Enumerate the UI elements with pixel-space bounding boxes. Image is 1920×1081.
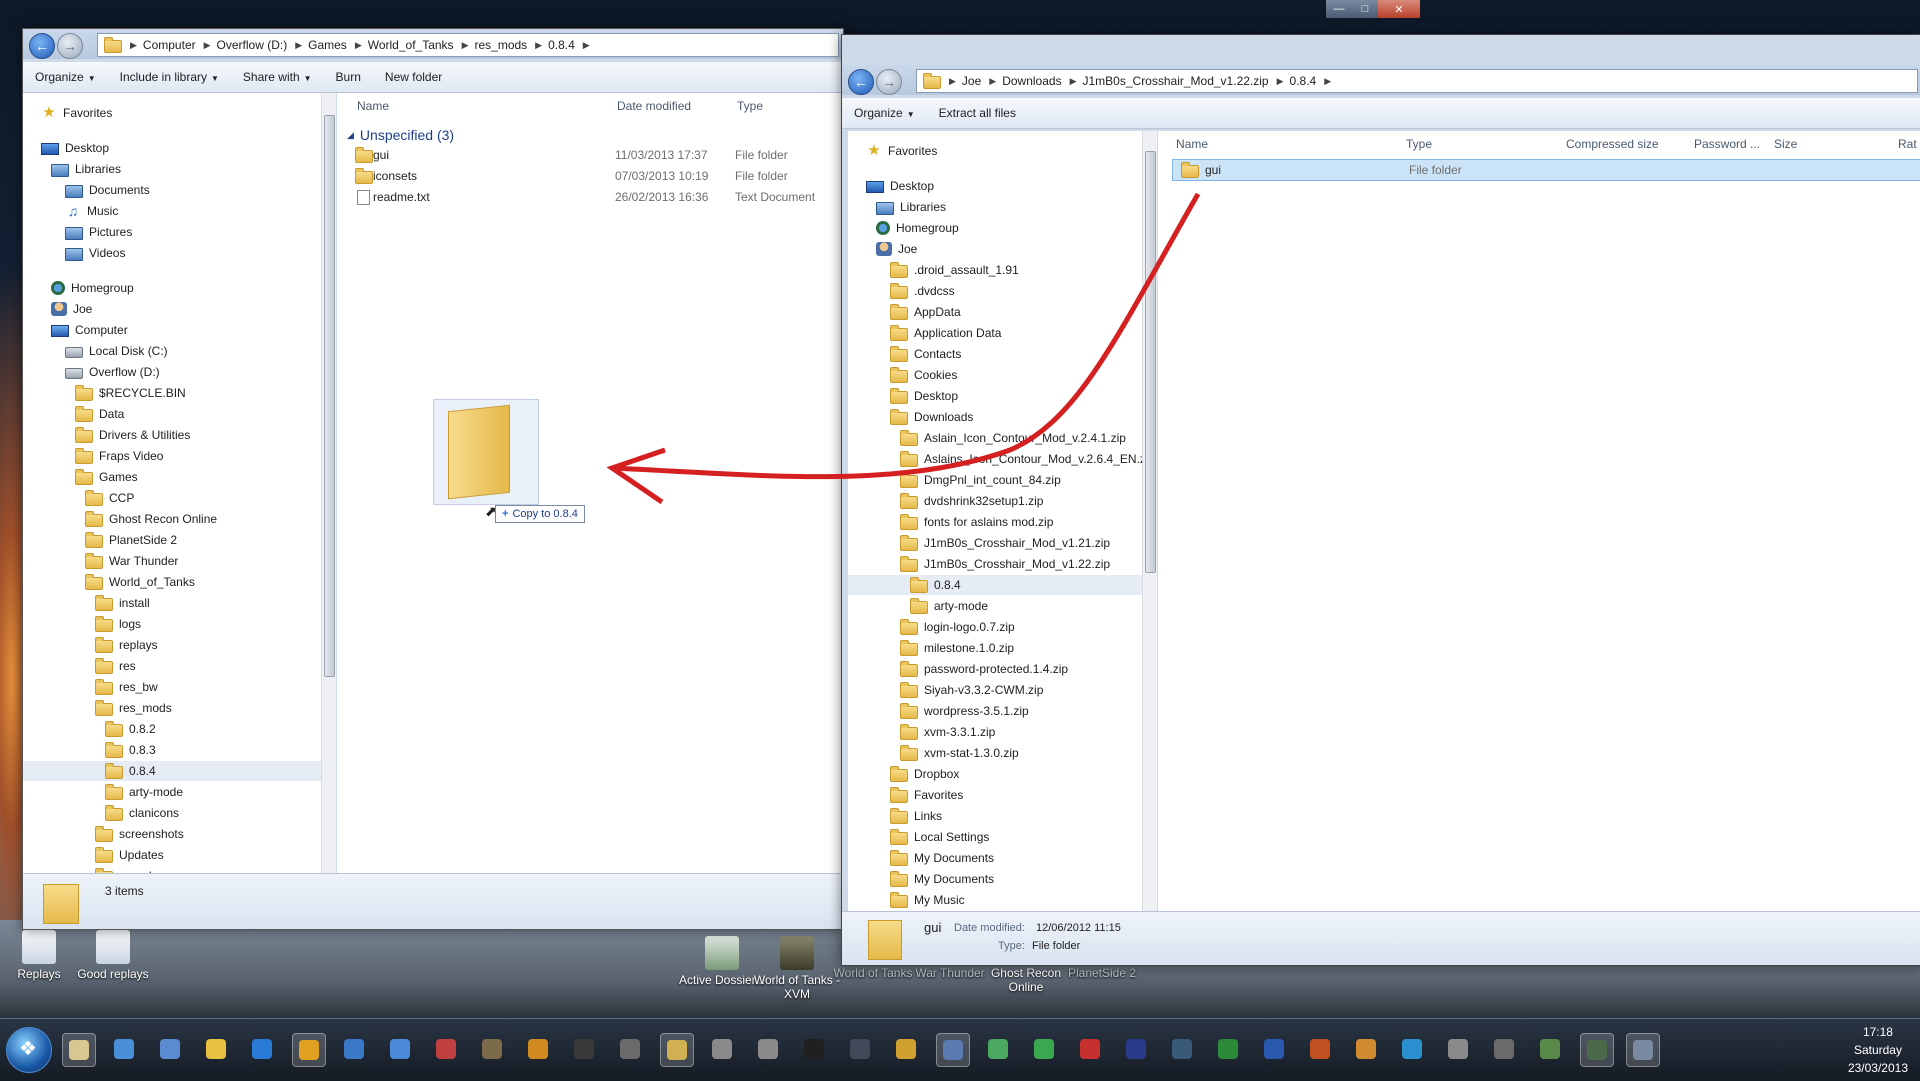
app-icon bbox=[896, 1039, 916, 1059]
task-manager-icon bbox=[114, 1039, 134, 1059]
notes-icon bbox=[206, 1039, 226, 1059]
taskbar-app-button[interactable] bbox=[752, 1033, 784, 1065]
filezilla-icon bbox=[1080, 1039, 1100, 1059]
word-icon bbox=[1264, 1039, 1284, 1059]
whatsapp-icon bbox=[1034, 1039, 1054, 1059]
app-icon bbox=[482, 1039, 502, 1059]
taskbar-explorer-button[interactable] bbox=[62, 1033, 96, 1067]
annotation-arrow bbox=[606, 192, 1201, 505]
taskbar-app-button[interactable] bbox=[338, 1033, 370, 1065]
terminal-icon bbox=[850, 1039, 870, 1059]
taskbar-app-button[interactable] bbox=[522, 1033, 554, 1065]
powerpoint-icon bbox=[1310, 1039, 1330, 1059]
photoshop-icon bbox=[1126, 1039, 1146, 1059]
skype-icon bbox=[1402, 1039, 1422, 1059]
taskbar-excel-button[interactable] bbox=[1212, 1033, 1244, 1065]
taskbar-app-button[interactable] bbox=[982, 1033, 1014, 1065]
app-icon bbox=[436, 1039, 456, 1059]
app-icon bbox=[1494, 1039, 1514, 1059]
taskbar-powerpoint-button[interactable] bbox=[1304, 1033, 1336, 1065]
app-icon bbox=[1633, 1040, 1653, 1060]
app-icon bbox=[1172, 1039, 1192, 1059]
taskbar-app-button[interactable] bbox=[1534, 1033, 1566, 1065]
clock-time: 17:18 bbox=[1862, 1025, 1893, 1039]
clock-day: Saturday bbox=[1853, 1043, 1902, 1057]
taskbar-terminal-button[interactable] bbox=[844, 1033, 876, 1065]
taskbar-app-button[interactable] bbox=[798, 1033, 830, 1065]
taskbar-app-button[interactable] bbox=[1350, 1033, 1382, 1065]
taskbar: ❖ 17:18 Saturday 23/03/2013 bbox=[0, 1018, 1920, 1081]
taskbar-photoshop-button[interactable] bbox=[1120, 1033, 1152, 1065]
taskbar-app-button[interactable] bbox=[660, 1033, 694, 1067]
app-icon bbox=[1540, 1039, 1560, 1059]
app-icon bbox=[804, 1039, 824, 1059]
app-icon bbox=[1587, 1040, 1607, 1060]
taskbar-whatsapp-button[interactable] bbox=[1028, 1033, 1060, 1065]
arrowhead bbox=[606, 447, 666, 505]
taskbar-app-button[interactable] bbox=[1488, 1033, 1520, 1065]
taskbar-app-button[interactable] bbox=[1580, 1033, 1614, 1067]
app-icon bbox=[528, 1039, 548, 1059]
taskbar-filezilla-button[interactable] bbox=[1074, 1033, 1106, 1065]
taskbar-app-button[interactable] bbox=[614, 1033, 646, 1065]
taskbar-skype-button[interactable] bbox=[1396, 1033, 1428, 1065]
taskbar-document-button[interactable] bbox=[154, 1033, 186, 1065]
document-icon bbox=[160, 1039, 180, 1059]
taskbar-app-button[interactable] bbox=[1626, 1033, 1660, 1067]
chrome-icon bbox=[299, 1040, 319, 1060]
clock-date: 23/03/2013 bbox=[1847, 1061, 1908, 1075]
taskbar-app-button[interactable] bbox=[890, 1033, 922, 1065]
windows-logo-icon: ❖ bbox=[19, 1038, 37, 1060]
explorer-icon bbox=[69, 1040, 89, 1060]
app-icon bbox=[344, 1039, 364, 1059]
taskbar-notes-button[interactable] bbox=[200, 1033, 232, 1065]
taskbar-app-button[interactable] bbox=[1166, 1033, 1198, 1065]
taskbar-word-button[interactable] bbox=[1258, 1033, 1290, 1065]
app-icon bbox=[390, 1039, 410, 1059]
internet-explorer-icon bbox=[252, 1039, 272, 1059]
taskbar-app-button[interactable] bbox=[936, 1033, 970, 1067]
app-icon bbox=[943, 1040, 963, 1060]
app-icon bbox=[1356, 1039, 1376, 1059]
taskbar-task-manager-button[interactable] bbox=[108, 1033, 140, 1065]
taskbar-app-button[interactable] bbox=[476, 1033, 508, 1065]
clock[interactable]: 17:18 Saturday 23/03/2013 bbox=[1848, 1023, 1908, 1077]
taskbar-app-button[interactable] bbox=[706, 1033, 738, 1065]
taskbar-app-button[interactable] bbox=[384, 1033, 416, 1065]
taskbar-steam-button[interactable] bbox=[568, 1033, 600, 1065]
arrow-path bbox=[611, 192, 1201, 480]
excel-icon bbox=[1218, 1039, 1238, 1059]
app-icon bbox=[758, 1039, 778, 1059]
steam-icon bbox=[574, 1039, 594, 1059]
taskbar-app-button[interactable] bbox=[1442, 1033, 1474, 1065]
app-icon bbox=[667, 1040, 687, 1060]
app-icon bbox=[1448, 1039, 1468, 1059]
app-icon bbox=[620, 1039, 640, 1059]
start-button[interactable]: ❖ bbox=[6, 1027, 52, 1073]
taskbar-chrome-button[interactable] bbox=[292, 1033, 326, 1067]
taskbar-internet-explorer-button[interactable] bbox=[246, 1033, 278, 1065]
app-icon bbox=[712, 1039, 732, 1059]
taskbar-app-button[interactable] bbox=[430, 1033, 462, 1065]
app-icon bbox=[988, 1039, 1008, 1059]
